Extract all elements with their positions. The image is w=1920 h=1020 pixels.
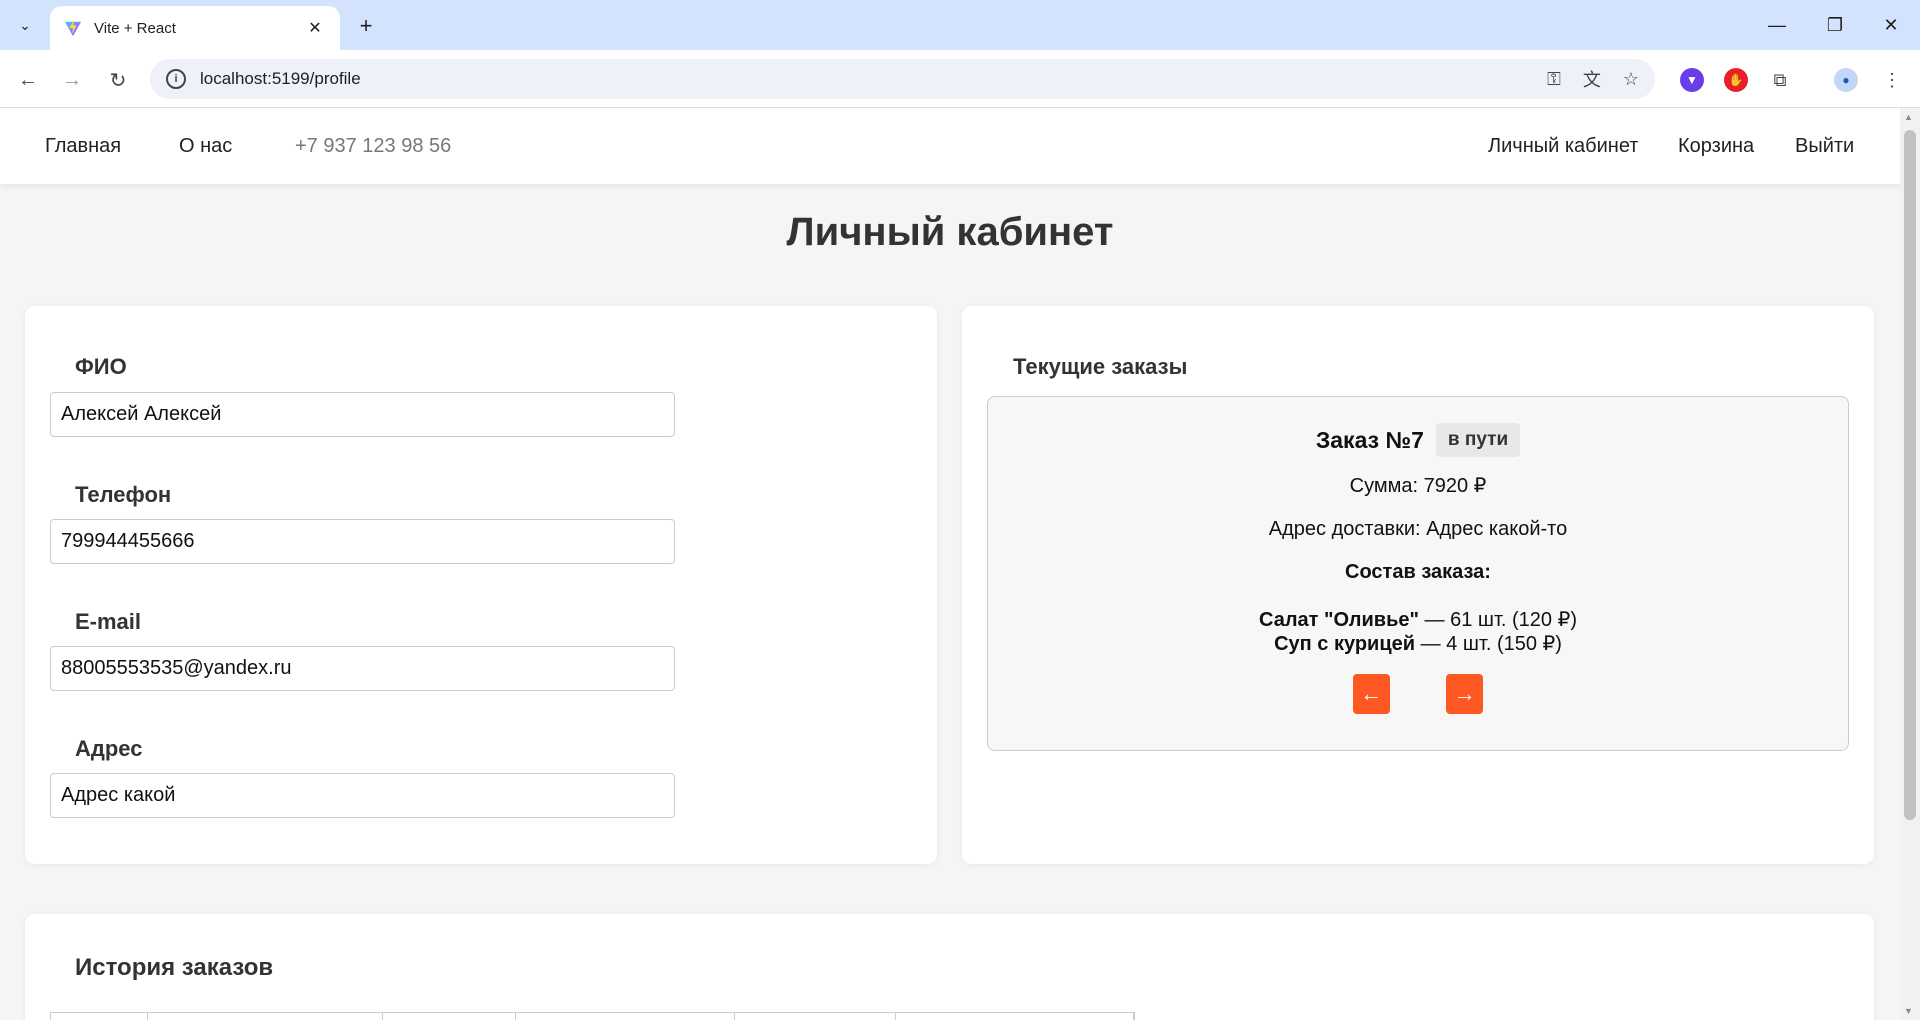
close-window-button[interactable]: ✕ [1862,0,1920,50]
order-item-detail: — 4 шт. (150 ₽) [1415,633,1562,655]
address-bar[interactable]: i localhost:5199/profile ⚿ 文 ☆ [150,59,1655,99]
nav-about-link[interactable]: О нас [179,135,232,158]
star-icon[interactable]: ☆ [1623,69,1639,90]
forward-button[interactable]: → [56,64,88,96]
table-header-cell [383,1013,516,1020]
order-number: Заказ №7 [1315,426,1424,453]
next-order-button[interactable]: → [1446,674,1484,714]
table-header-cell [148,1013,383,1020]
address-label: Адрес [75,736,143,761]
order-sum: Сумма: 7920 ₽ [1349,475,1487,497]
order-history-card: История заказов [25,914,1874,1020]
nav-account-link[interactable]: Личный кабинет [1488,135,1638,158]
order-item-name: Суп с курицей [1274,633,1416,655]
translate-icon[interactable]: 文 [1583,66,1601,92]
order-items-list: Салат "Оливье" — 61 шт. (120 ₽) Суп с ку… [988,608,1848,656]
chevron-down-icon: ⌄ [19,16,31,33]
phone-label: Телефон [75,482,172,507]
profile-card: ФИО Алексей Алексей Телефон 799944455666… [25,306,937,864]
header-phone[interactable]: +7 937 123 98 56 [295,135,451,158]
order-address: Адрес доставки: Адрес какой-то [1268,518,1568,540]
key-icon[interactable]: ⚿ [1547,69,1561,90]
minimize-button[interactable]: — [1748,0,1806,50]
order-composition-label: Состав заказа: [1345,561,1491,583]
scroll-up-icon[interactable]: ▲ [1904,112,1913,122]
nav-logout-link[interactable]: Выйти [1795,135,1854,158]
browser-tab[interactable]: Vite + React ✕ [50,6,340,50]
browser-tabbar: ⌄ Vite + React ✕ + — ❐ ✕ [0,0,1920,50]
tab-search-button[interactable]: ⌄ [10,10,40,40]
order-history-table [50,1012,1135,1020]
back-button[interactable]: ← [12,64,44,96]
fio-input[interactable]: Алексей Алексей [50,392,675,437]
order-status-badge: в пути [1435,423,1521,457]
table-header-cell [516,1013,735,1020]
nav-home-link[interactable]: Главная [45,135,121,158]
site-info-icon[interactable]: i [166,69,186,89]
restore-button[interactable]: ❐ [1806,0,1864,50]
current-orders-title: Текущие заказы [1013,354,1188,379]
extension-vpn-icon[interactable]: ▼ [1680,68,1704,92]
site-header: Главная О нас +7 937 123 98 56 Личный ка… [0,108,1900,184]
order-item-name: Салат "Оливье" [1259,609,1419,631]
profile-avatar-icon[interactable]: ● [1834,68,1858,92]
browser-menu-icon[interactable]: ⋮ [1880,68,1904,92]
address-input[interactable]: Адрес какой [50,773,675,818]
order-item: Суп с курицей — 4 шт. (150 ₽) [988,632,1848,656]
reload-button[interactable]: ↻ [102,64,134,96]
table-header-cell [51,1013,148,1020]
page-scrollbar[interactable]: ▲ ▼ [1900,108,1920,1020]
extension-adblock-icon[interactable]: ✋ [1724,68,1748,92]
fio-label: ФИО [75,354,127,379]
email-label: E-mail [75,609,142,634]
scroll-down-icon[interactable]: ▼ [1904,1006,1913,1016]
browser-toolbar: ← → ↻ i localhost:5199/profile ⚿ 文 ☆ ▼ ✋… [0,50,1920,108]
order-card: Заказ №7 в пути Сумма: 7920 ₽ Адрес дост… [987,396,1849,751]
page-viewport: Главная О нас +7 937 123 98 56 Личный ка… [0,108,1900,1020]
prev-order-button[interactable]: ← [1352,674,1390,714]
nav-cart-link[interactable]: Корзина [1678,135,1754,158]
order-history-title: История заказов [75,954,274,981]
extensions-puzzle-icon[interactable]: ⧉ [1768,68,1792,92]
vite-logo-icon [64,19,82,37]
current-orders-card: Текущие заказы Заказ №7 в пути Сумма: 79… [962,306,1874,864]
scroll-thumb[interactable] [1904,130,1916,820]
order-item: Салат "Оливье" — 61 шт. (120 ₽) [988,608,1848,632]
url-text: localhost:5199/profile [200,69,361,88]
new-tab-button[interactable]: + [352,12,380,40]
order-item-detail: — 61 шт. (120 ₽) [1418,609,1577,631]
table-header-cell [896,1013,1134,1020]
email-input[interactable]: 88005553535@yandex.ru [50,646,675,691]
table-header-cell [735,1013,896,1020]
close-tab-icon[interactable]: ✕ [304,18,326,38]
page-title: Личный кабинет [786,210,1114,254]
phone-input[interactable]: 799944455666 [50,519,675,564]
tab-title: Vite + React [94,19,176,37]
